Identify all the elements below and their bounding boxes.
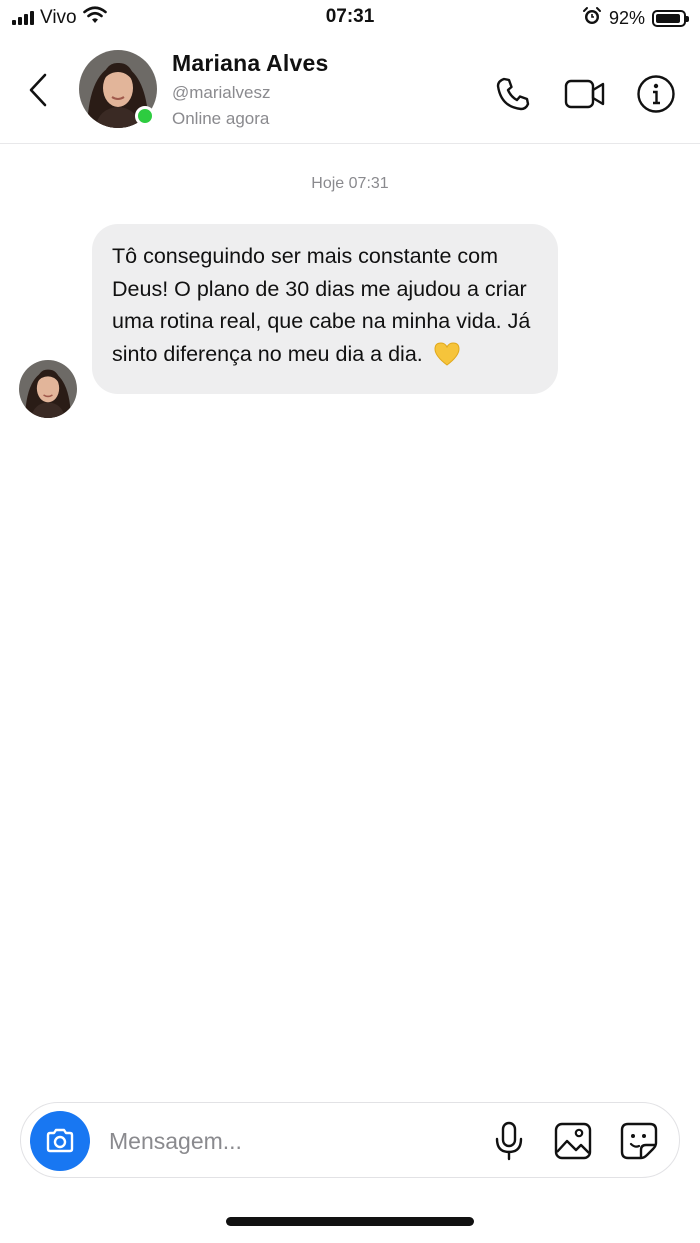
video-icon xyxy=(564,79,605,109)
message-input[interactable] xyxy=(109,1121,469,1161)
message-avatar[interactable] xyxy=(19,360,77,418)
status-bar: Vivo 07:31 92% xyxy=(0,0,700,38)
sticker-button[interactable] xyxy=(618,1120,660,1162)
info-icon xyxy=(637,75,675,113)
voice-message-button[interactable] xyxy=(488,1120,530,1162)
message-text: Tô conseguindo ser mais constante com De… xyxy=(112,244,531,366)
microphone-icon xyxy=(495,1121,523,1161)
battery-icon xyxy=(652,10,689,27)
video-call-button[interactable] xyxy=(563,74,607,114)
chat-timestamp: Hoje 07:31 xyxy=(311,175,389,192)
online-indicator xyxy=(135,106,155,126)
voice-call-button[interactable] xyxy=(493,74,533,114)
yellow-heart-icon xyxy=(433,341,461,377)
status-right: 92% xyxy=(582,6,689,31)
message-bubble[interactable]: Tô conseguindo ser mais constante com De… xyxy=(92,224,558,394)
message-composer xyxy=(20,1102,680,1178)
battery-percent: 92% xyxy=(608,8,645,28)
chat-header: Mariana Alves @marialvesz Online agora xyxy=(0,38,700,144)
contact-info[interactable]: Mariana Alves @marialvesz Online agora xyxy=(172,50,328,129)
contact-handle: @marialvesz xyxy=(172,83,271,102)
image-icon xyxy=(554,1122,592,1160)
back-button[interactable] xyxy=(20,72,56,108)
sticker-icon xyxy=(620,1122,658,1160)
phone-icon xyxy=(496,77,530,111)
camera-icon xyxy=(46,1128,74,1153)
alarm-icon xyxy=(582,6,602,31)
contact-name: Mariana Alves xyxy=(172,50,329,76)
contact-avatar-button[interactable] xyxy=(79,50,157,128)
gallery-button[interactable] xyxy=(552,1120,594,1162)
back-icon xyxy=(29,73,47,107)
home-indicator[interactable] xyxy=(226,1217,474,1226)
contact-status: Online agora xyxy=(172,109,270,128)
info-button[interactable] xyxy=(636,74,676,114)
camera-button[interactable] xyxy=(30,1111,90,1171)
